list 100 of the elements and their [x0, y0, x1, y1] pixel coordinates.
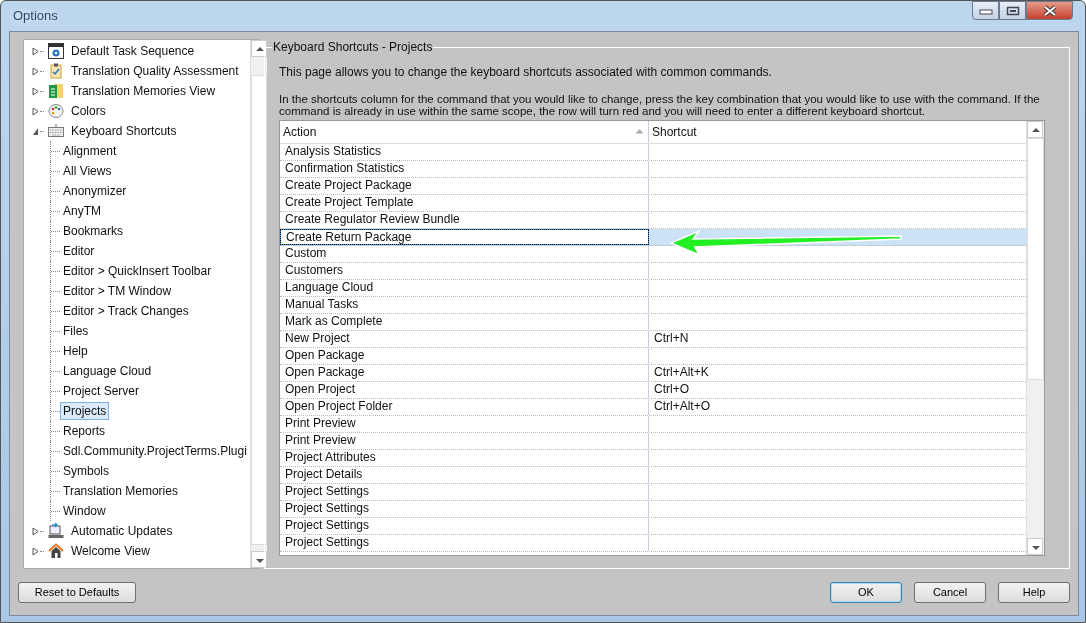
clipboard-check-icon — [48, 63, 64, 79]
group-title: Keyboard Shortcuts - Projects — [272, 40, 434, 54]
tree-item[interactable]: Colors — [68, 102, 109, 120]
expand-arrow-icon[interactable] — [32, 546, 39, 556]
table-cell-text: Ctrl+O — [653, 382, 690, 398]
tree-item[interactable]: Alignment — [60, 142, 120, 160]
scrollbar[interactable] — [1026, 121, 1044, 555]
tree-item[interactable]: Sdl.Community.ProjectTerms.Plugi — [60, 442, 250, 460]
table-cell: Open Package — [280, 365, 649, 381]
table-row[interactable]: Confirmation Statistics — [280, 161, 1026, 178]
tree-item[interactable]: Editor — [60, 242, 98, 260]
table-row[interactable]: Language Cloud — [280, 280, 1026, 297]
tree-item[interactable]: Bookmarks — [60, 222, 127, 240]
table-row[interactable]: Open Package Ctrl+Alt+K — [280, 365, 1026, 382]
tree-item[interactable]: Welcome View — [68, 542, 153, 560]
table-row[interactable]: Project Settings — [280, 484, 1026, 501]
intro-text: This page allows you to change the keyboard shortcuts associated with common commands. — [279, 65, 773, 79]
table-cell: New Project — [280, 331, 649, 347]
table-cell: Language Cloud — [280, 280, 649, 296]
table-cell: Project Settings — [280, 535, 649, 551]
tree-item[interactable]: Translation Memories — [60, 482, 181, 500]
table-cell: Open Package — [280, 348, 649, 364]
stacked-pages-icon — [48, 83, 64, 99]
cancel-button[interactable]: Cancel — [914, 581, 986, 603]
table-cell: Open Project — [280, 382, 649, 398]
tree-item[interactable]: Help — [60, 342, 91, 360]
table-cell: Create Regulator Review Bundle — [280, 212, 649, 228]
close-icon — [1041, 4, 1058, 17]
computer-arrow-icon — [48, 523, 64, 539]
gear-window-icon — [48, 43, 64, 59]
scroll-up-icon[interactable] — [250, 40, 267, 57]
table-cell: Project Settings — [280, 518, 649, 534]
table-row[interactable]: Print Preview — [280, 433, 1026, 450]
table-row[interactable]: Open Package — [280, 348, 1026, 365]
table-row[interactable]: Manual Tasks — [280, 297, 1026, 314]
minimize-button[interactable] — [972, 1, 999, 20]
tree-item[interactable]: Symbols — [60, 462, 112, 480]
keyboard-icon — [48, 123, 64, 139]
help-button[interactable]: Help — [998, 581, 1070, 603]
scrollbar[interactable] — [249, 40, 267, 568]
tree-item[interactable]: Editor > TM Window — [60, 282, 175, 300]
tree-item[interactable]: Automatic Updates — [68, 522, 176, 540]
table-row[interactable]: Project Attributes — [280, 450, 1026, 467]
scroll-up-icon[interactable] — [1027, 121, 1043, 138]
table-cell: Print Preview — [280, 433, 649, 449]
tree-item[interactable]: Reports — [60, 422, 109, 440]
table-row[interactable]: Create Project Template — [280, 195, 1026, 212]
palette-icon — [48, 103, 64, 119]
column-header[interactable]: Shortcut — [649, 121, 1026, 143]
table-cell: Project Settings — [280, 501, 649, 517]
collapse-arrow-icon[interactable] — [32, 126, 39, 136]
sort-arrow-icon — [635, 128, 644, 134]
table-row[interactable]: Project Settings — [280, 518, 1026, 535]
scrollbar-thumb[interactable] — [1027, 138, 1044, 380]
expand-arrow-icon[interactable] — [32, 86, 39, 96]
table-cell: Mark as Complete — [280, 314, 649, 330]
table-row[interactable]: Project Settings — [280, 535, 1026, 552]
tree-item[interactable]: Keyboard Shortcuts — [68, 122, 180, 140]
table-cell: Manual Tasks — [280, 297, 649, 313]
tree-item[interactable]: Anonymizer — [60, 182, 130, 200]
close-button[interactable] — [1026, 1, 1073, 20]
table-row[interactable]: Open Project Ctrl+O — [280, 382, 1026, 399]
table-row[interactable]: Customers — [280, 263, 1026, 280]
table-row[interactable]: Mark as Complete — [280, 314, 1026, 331]
tree-item[interactable]: AnyTM — [60, 202, 104, 220]
table-row[interactable]: Project Settings — [280, 501, 1026, 518]
column-header[interactable]: Action — [280, 121, 649, 143]
expand-arrow-icon[interactable] — [32, 106, 39, 116]
tree-item[interactable]: All Views — [60, 162, 115, 180]
table-row[interactable]: Open Project Folder Ctrl+Alt+O — [280, 399, 1026, 416]
tree-item[interactable]: Projects — [60, 402, 110, 420]
tree-item[interactable]: Language Cloud — [60, 362, 155, 380]
tree-item[interactable]: Editor > QuickInsert Toolbar — [60, 262, 215, 280]
tree-item[interactable]: Files — [60, 322, 92, 340]
expand-arrow-icon[interactable] — [32, 66, 39, 76]
table-cell-text: Ctrl+Alt+K — [653, 365, 710, 381]
table-cell: Project Details — [280, 467, 649, 483]
ok-button[interactable]: OK — [830, 581, 902, 603]
table-row[interactable]: Create Project Package — [280, 178, 1026, 195]
table-cell: Create Return Package — [280, 229, 649, 245]
expand-arrow-icon[interactable] — [32, 526, 39, 536]
table-cell: Customers — [280, 263, 649, 279]
table-row[interactable]: Project Details — [280, 467, 1026, 484]
reset-to-defaults-button[interactable]: Reset to Defaults — [18, 581, 136, 603]
scroll-down-icon[interactable] — [1027, 538, 1043, 555]
expand-arrow-icon[interactable] — [32, 46, 39, 56]
maximize-button[interactable] — [999, 1, 1026, 20]
tree-item[interactable]: Default Task Sequence — [68, 42, 198, 60]
table-cell: Project Attributes — [280, 450, 649, 466]
tree-item[interactable]: Window — [60, 502, 109, 520]
instructions-text: In the shortcuts column for the command that you would like to change, press the key combination that you would like to use with the command. If the command is already in use within the same scope, the row will turn red and you will need to enter a different keyboard shortcut. — [279, 93, 1041, 117]
tree-item[interactable]: Translation Quality Assessment — [68, 62, 242, 80]
tree-item[interactable]: Translation Memories View — [68, 82, 219, 100]
table-row[interactable]: New Project Ctrl+N — [280, 331, 1026, 348]
tree-item[interactable]: Editor > Track Changes — [60, 302, 192, 320]
table-cell: Custom — [280, 246, 649, 262]
table-row[interactable]: Analysis Statistics — [280, 144, 1026, 161]
table-row[interactable]: Print Preview — [280, 416, 1026, 433]
table-cell: Create Project Template — [280, 195, 649, 211]
tree-item[interactable]: Project Server — [60, 382, 143, 400]
